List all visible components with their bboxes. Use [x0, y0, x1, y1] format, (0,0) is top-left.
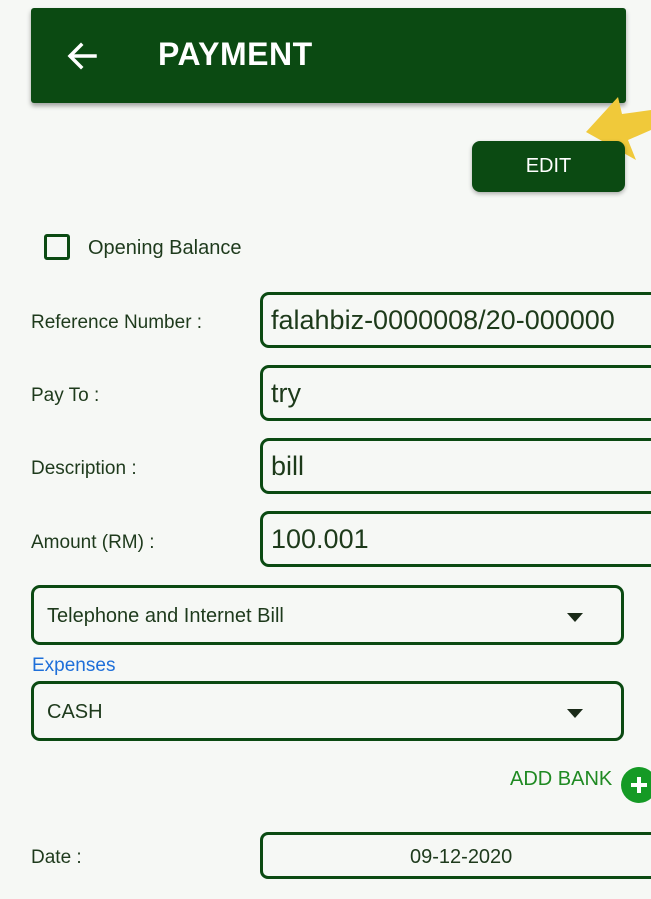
arrow-left-icon[interactable]	[65, 38, 101, 74]
payment-method-dropdown[interactable]: CASH	[31, 681, 624, 741]
edit-button[interactable]: EDIT	[472, 141, 625, 192]
payment-method-selected: CASH	[47, 701, 103, 723]
description-label: Description :	[31, 458, 137, 479]
description-field[interactable]: bill	[260, 438, 651, 494]
opening-balance-label: Opening Balance	[88, 237, 242, 259]
plus-circle-icon[interactable]	[621, 767, 651, 803]
date-label: Date :	[31, 847, 82, 868]
reference-number-label: Reference Number :	[31, 312, 203, 333]
caret-down-icon	[567, 709, 583, 718]
amount-label: Amount (RM) :	[31, 532, 155, 553]
expenses-caption: Expenses	[32, 655, 116, 676]
date-field[interactable]: 09-12-2020	[260, 832, 651, 879]
date-value: 09-12-2020	[410, 846, 513, 868]
pay-to-label: Pay To :	[31, 385, 100, 406]
app-bar: PAYMENT	[31, 8, 626, 103]
reference-number-field[interactable]: falahbiz-0000008/20-000000	[260, 292, 651, 348]
caret-down-icon	[567, 613, 583, 622]
pay-to-field[interactable]: try	[260, 365, 651, 421]
amount-field[interactable]: 100.001	[260, 511, 651, 567]
add-bank-link[interactable]: ADD BANK	[510, 768, 612, 791]
category-dropdown[interactable]: Telephone and Internet Bill	[31, 585, 624, 645]
opening-balance-checkbox[interactable]	[44, 234, 70, 260]
category-selected: Telephone and Internet Bill	[47, 605, 284, 627]
page-title: PAYMENT	[158, 36, 313, 72]
